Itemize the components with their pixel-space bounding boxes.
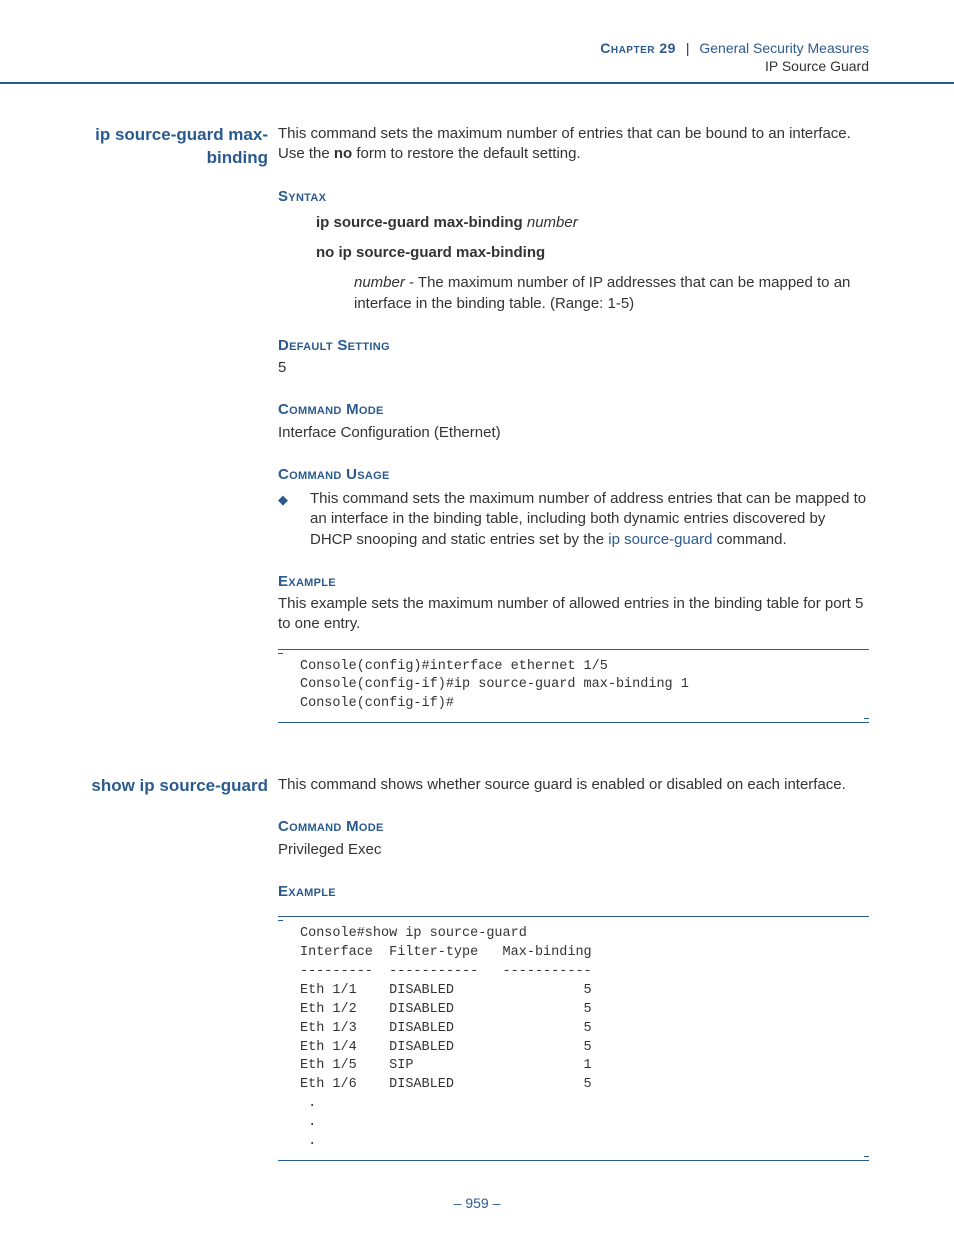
default-heading: Default Setting: [278, 336, 869, 356]
header-line-1: Chapter 29 | General Security Measures: [0, 40, 869, 56]
syntax-cmd: ip source-guard max-binding: [316, 214, 527, 231]
intro-bold: no: [334, 145, 352, 162]
param-text: - The maximum number of IP addresses tha…: [354, 274, 850, 311]
usage-block: ◆ This command sets the maximum number o…: [278, 489, 869, 550]
mode-value: Privileged Exec: [278, 840, 869, 860]
example-heading: Example: [278, 572, 869, 592]
syntax-line-2: no ip source-guard max-binding: [316, 243, 869, 263]
command-entry-max-binding: ip source-guard max-binding This command…: [85, 124, 869, 723]
example-text: This example sets the maximum number of …: [278, 594, 869, 635]
mode-heading: Command Mode: [278, 817, 869, 837]
usage-link[interactable]: ip source-guard: [608, 531, 712, 548]
page-number: – 959 –: [0, 1195, 954, 1211]
command-name: show ip source-guard: [85, 775, 278, 798]
usage-heading: Command Usage: [278, 465, 869, 485]
chapter-title: General Security Measures: [699, 40, 869, 56]
syntax-no-cmd: no ip source-guard max-binding: [316, 244, 545, 261]
command-name: ip source-guard max-binding: [85, 124, 278, 170]
header-subtitle: IP Source Guard: [0, 58, 869, 74]
example-heading: Example: [278, 882, 869, 902]
command-body: This command shows whether source guard …: [278, 775, 869, 1161]
intro-text: This command sets the maximum number of …: [278, 124, 869, 165]
bullet-icon: ◆: [278, 489, 310, 509]
param-name: number: [354, 274, 405, 291]
command-body: This command sets the maximum number of …: [278, 124, 869, 723]
chapter-label: Chapter 29: [600, 40, 676, 56]
syntax-line-1: ip source-guard max-binding number: [316, 213, 869, 233]
code-block-2: Console#show ip source-guard Interface F…: [278, 916, 869, 1161]
code-block-1: Console(config)#interface ethernet 1/5 C…: [278, 649, 869, 724]
intro-post: form to restore the default setting.: [352, 145, 580, 162]
default-value: 5: [278, 358, 869, 378]
intro-text: This command shows whether source guard …: [278, 775, 869, 795]
param-desc: number - The maximum number of IP addres…: [354, 273, 869, 314]
syntax-heading: Syntax: [278, 187, 869, 207]
separator: |: [680, 40, 696, 56]
command-entry-show: show ip source-guard This command shows …: [85, 775, 869, 1161]
page-header: Chapter 29 | General Security Measures I…: [0, 0, 954, 84]
mode-heading: Command Mode: [278, 400, 869, 420]
mode-value: Interface Configuration (Ethernet): [278, 423, 869, 443]
syntax-param: number: [527, 214, 578, 231]
usage-text: This command sets the maximum number of …: [310, 489, 869, 550]
usage-post: command.: [712, 531, 786, 548]
